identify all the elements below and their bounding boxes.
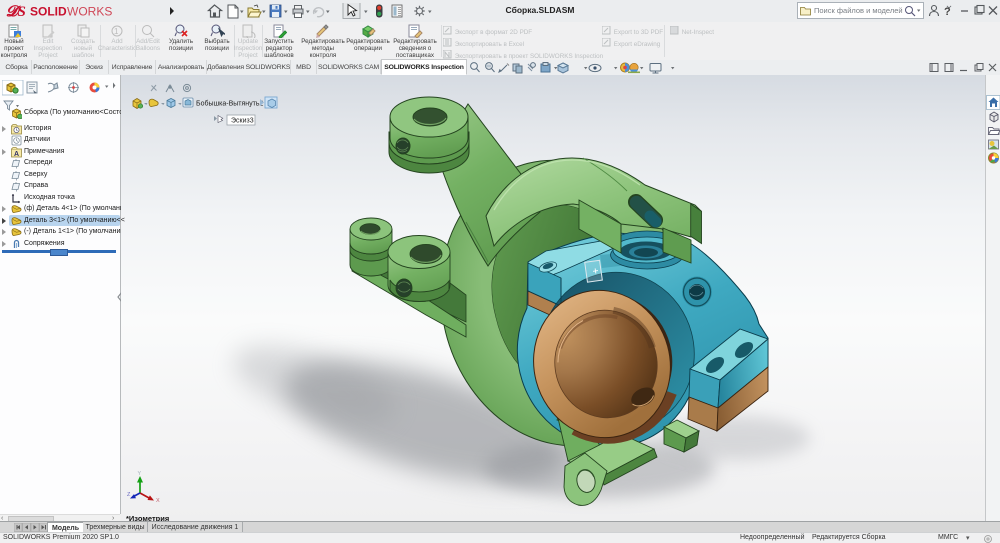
svg-text:Эскиз3: Эскиз3 [231, 118, 254, 125]
svg-text:Y: Y [138, 471, 142, 477]
svg-text:𝓓S: 𝓓S [6, 4, 26, 20]
svg-text:Z: Z [127, 492, 131, 498]
svg-text:SOLID: SOLID [30, 5, 67, 19]
svg-text:X: X [156, 498, 160, 504]
svg-text:A: A [14, 151, 19, 158]
svg-text:?: ? [944, 6, 951, 18]
svg-text:1: 1 [114, 27, 119, 36]
svg-text:Бобышка-Вытянуть2: Бобышка-Вытянуть2 [196, 100, 263, 108]
svg-text:WORKS: WORKS [67, 5, 112, 19]
